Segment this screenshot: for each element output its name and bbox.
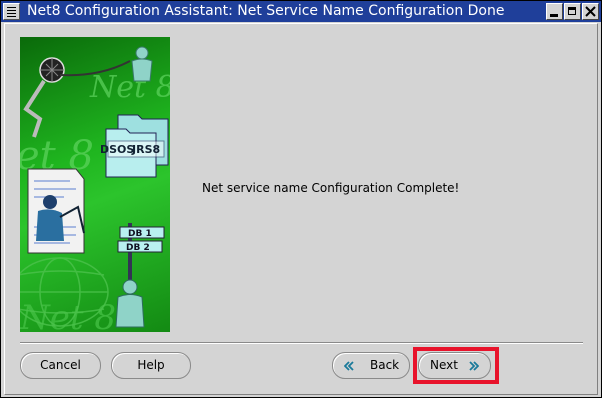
window-menu-icon[interactable]: [3, 3, 20, 20]
chevron-left-icon: [344, 361, 354, 371]
help-button[interactable]: Help: [111, 352, 191, 379]
maximize-button[interactable]: [564, 3, 581, 20]
cancel-button[interactable]: Cancel: [20, 352, 101, 379]
minimize-icon: [550, 14, 558, 17]
net8-label-top: Net 8: [89, 70, 170, 105]
next-button-highlight: [413, 347, 499, 384]
db1-sign: DB 1: [128, 229, 152, 239]
cancel-label: Cancel: [40, 358, 81, 372]
close-button[interactable]: [582, 3, 599, 20]
back-label: Back: [370, 358, 400, 372]
folder-label-b: JRS8: [131, 143, 160, 156]
maximize-icon: [568, 7, 576, 15]
net8-illustration: Net 8 et 8 Net 8 DSOS JRS8 DB 1 DB 2: [20, 37, 170, 332]
button-separator: [20, 342, 583, 344]
window: Net8 Configuration Assistant: Net Servic…: [0, 0, 602, 398]
db2-sign: DB 2: [126, 243, 150, 253]
net8-label-bottom: Net 8: [20, 298, 116, 332]
folder-label-a: DSOS: [100, 143, 134, 156]
title-bar: Net8 Configuration Assistant: Net Servic…: [1, 1, 601, 22]
completion-message: Net service name Configuration Complete!: [202, 181, 460, 195]
window-title: Net8 Configuration Assistant: Net Servic…: [27, 3, 505, 19]
back-button[interactable]: Back: [332, 352, 410, 379]
help-label: Help: [137, 358, 165, 372]
close-icon: [585, 6, 596, 17]
minimize-button[interactable]: [546, 3, 563, 20]
